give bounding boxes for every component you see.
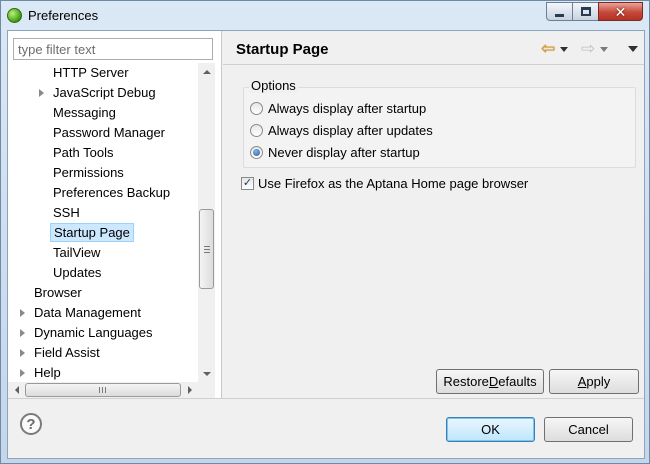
radio-always-updates[interactable]: Always display after updates [250,121,433,139]
forward-dropdown-icon[interactable] [600,46,609,52]
radio-label: Always display after updates [268,122,433,138]
vertical-scroll-thumb[interactable] [199,209,214,289]
scroll-down-button[interactable] [198,365,215,382]
tree-expand-icon[interactable] [39,89,44,97]
ok-button[interactable]: OK [446,417,535,442]
maximize-button[interactable] [572,2,599,21]
tree-item[interactable]: JavaScript Debug [50,83,159,102]
restore-label-post: efaults [498,374,537,389]
options-group: Options Always display after startup Alw… [243,78,636,168]
tree-item[interactable]: Preferences Backup [50,183,173,202]
tree-item[interactable]: Password Manager [50,123,168,142]
scroll-up-button[interactable] [198,63,215,80]
radio-always-startup[interactable]: Always display after startup [250,99,426,117]
restore-mnemonic: D [488,374,499,389]
tree-item[interactable]: Field Assist [31,343,103,362]
apply-button[interactable]: Apply [549,369,639,394]
app-icon [7,8,22,23]
tree-item[interactable]: Path Tools [50,143,116,162]
cancel-label: Cancel [568,422,609,437]
tree-item[interactable]: Permissions [50,163,127,182]
options-group-label: Options [249,78,298,93]
tree-item[interactable]: Data Management [31,303,144,322]
preference-page: Startup Page ⇦ ⇨ Options Always display [223,31,644,398]
tree-item[interactable]: Messaging [50,103,119,122]
radio-label: Always display after startup [268,100,427,116]
radio-button[interactable] [250,101,263,115]
tree-item[interactable]: Startup Page [50,223,134,242]
help-icon[interactable]: ? [20,413,42,435]
scrollbar-corner [198,382,215,398]
tree-expand-icon[interactable] [20,309,25,317]
restore-defaults-button[interactable]: Restore Defaults [436,369,544,394]
radio-label: Never display after startup [268,144,420,160]
radio-button[interactable] [250,123,263,137]
cancel-button[interactable]: Cancel [544,417,633,442]
grip-line [204,249,210,250]
tree-item[interactable]: SSH [50,203,83,222]
page-title: Startup Page [236,41,329,58]
help-glyph: ? [26,415,36,433]
firefox-checkbox-row[interactable]: ✓ Use Firefox as the Aptana Home page br… [241,174,528,192]
horizontal-scroll-thumb[interactable] [25,383,181,397]
grip-line [204,246,210,247]
tree-horizontal-scrollbar[interactable] [8,382,198,398]
tree-expand-icon[interactable] [20,329,25,337]
preference-tree: HTTP Server JavaScript Debug Messaging Pass… [8,63,204,382]
preference-tree-pane: HTTP ServerJavaScript DebugMessagingPass… [8,31,222,398]
tree-item[interactable]: Dynamic Languages [31,323,156,342]
back-dropdown-icon[interactable] [560,46,569,52]
tree-expand-icon[interactable] [20,349,25,357]
minimize-icon [555,13,564,17]
right-arrow-icon [187,386,192,394]
radio-never-display[interactable]: Never display after startup [250,143,420,161]
grip-line [204,252,210,253]
scroll-right-button[interactable] [181,382,198,398]
up-arrow-icon [202,69,211,74]
tree-expand-icon[interactable] [20,369,25,377]
tree-item[interactable]: Updates [50,263,104,282]
tree-item[interactable]: Help [31,363,64,382]
view-menu-button[interactable] [623,41,638,57]
view-menu-icon [628,46,638,52]
down-arrow-icon [202,371,211,376]
preferences-window: Preferences ✕ HTTP ServerJavaScript Debu… [0,0,650,464]
title-bar[interactable]: Preferences ✕ [1,1,649,30]
tree-item[interactable]: TailView [50,243,103,262]
filter-input[interactable] [13,38,213,60]
grip-line [102,387,103,393]
minimize-button[interactable] [546,2,573,21]
apply-label-post: pply [586,374,611,389]
forward-button[interactable]: ⇨ [581,39,609,58]
checkbox-label: Use Firefox as the Aptana Home page brow… [258,175,529,191]
radio-button-selected[interactable] [250,145,263,159]
grip-line [99,387,100,393]
close-button[interactable]: ✕ [598,2,643,21]
dialog-client-area: HTTP ServerJavaScript DebugMessagingPass… [7,30,645,459]
forward-arrow-icon: ⇨ [581,39,596,58]
ok-label: OK [481,422,500,437]
tree-item[interactable]: HTTP Server [50,63,132,82]
back-arrow-icon: ⇦ [541,39,556,58]
tree-vertical-scrollbar[interactable] [198,63,215,382]
apply-mnemonic: A [577,374,587,389]
back-button[interactable]: ⇦ [541,39,569,58]
page-header: Startup Page ⇦ ⇨ [223,31,644,65]
grip-line [105,387,106,393]
maximize-icon [580,7,591,16]
window-title: Preferences [28,8,99,23]
scroll-left-button[interactable] [8,382,25,398]
restore-label-pre: Restore [443,374,489,389]
tree-item[interactable]: Browser [31,283,85,302]
firefox-checkbox[interactable]: ✓ [241,176,254,190]
dialog-button-bar: ? OK Cancel [8,398,644,458]
left-arrow-icon [14,386,19,394]
close-icon: ✕ [614,3,627,20]
